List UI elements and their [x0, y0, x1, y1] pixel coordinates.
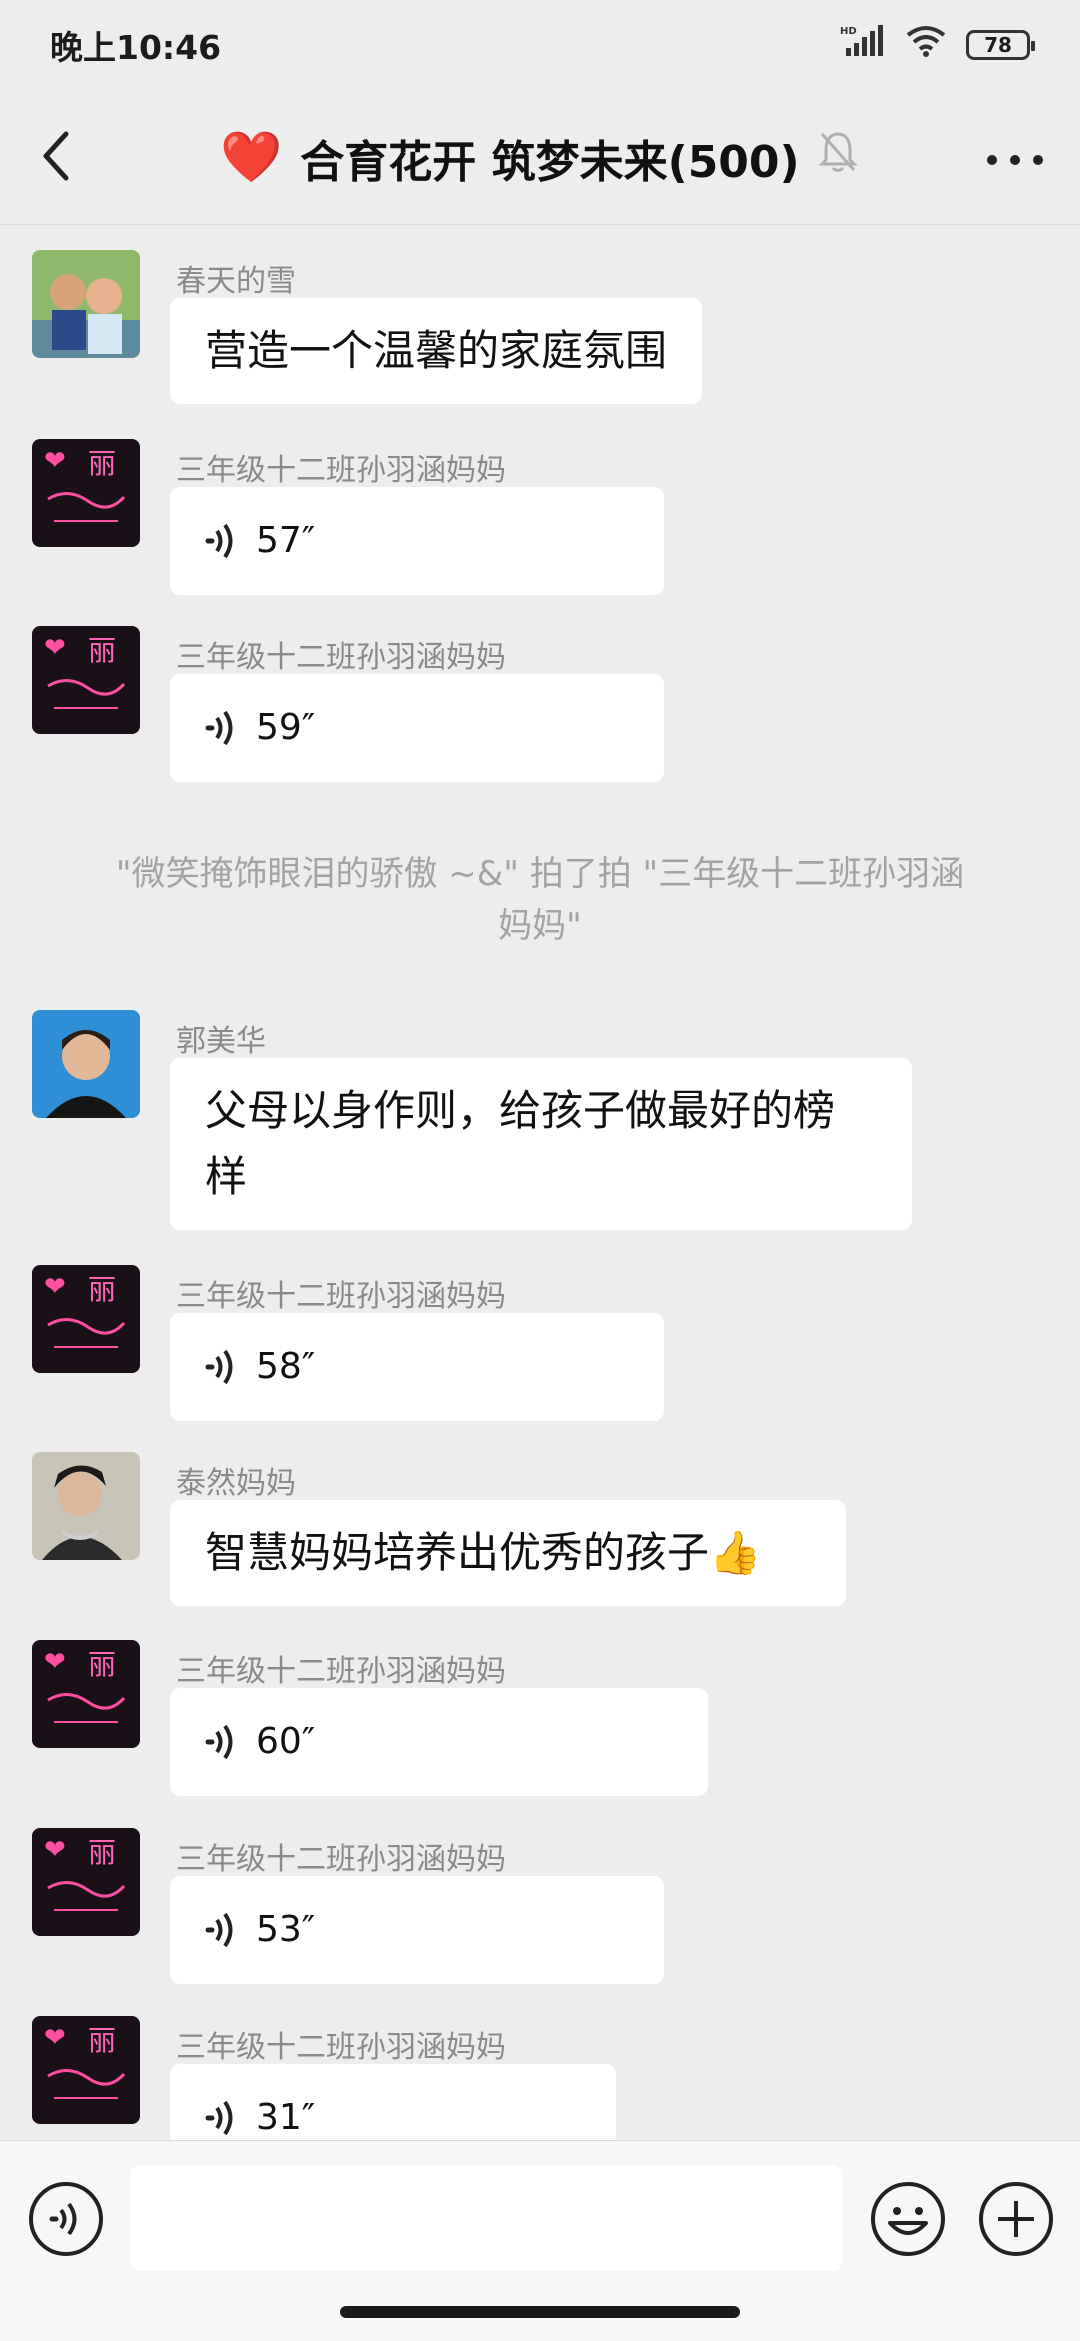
svg-text:HD: HD	[840, 26, 857, 37]
more-options-button[interactable]	[980, 140, 1050, 180]
wifi-icon	[906, 25, 946, 65]
chevron-left-icon	[43, 131, 69, 181]
svg-text:丽: 丽	[88, 634, 116, 667]
svg-text:❤: ❤	[44, 1835, 66, 1865]
signal-icon: HD	[840, 24, 886, 66]
more-icon	[987, 155, 1043, 165]
voice-wave-icon	[205, 1912, 233, 1948]
voice-wave-icon	[205, 2100, 233, 2136]
svg-text:❤: ❤	[44, 2023, 66, 2053]
svg-text:丽: 丽	[88, 1273, 116, 1306]
status-time: 晚上10:46	[50, 28, 222, 67]
svg-text:❤: ❤	[44, 633, 66, 663]
home-indicator[interactable]	[340, 2306, 740, 2318]
message-bubble[interactable]: 父母以身作则，给孩子做最好的榜 样	[170, 1058, 912, 1230]
svg-text:丽: 丽	[88, 447, 116, 480]
sender-name: 郭美华	[176, 1024, 266, 1059]
message-bubble[interactable]: 营造一个温馨的家庭氛围	[170, 298, 703, 404]
emoji-button[interactable]	[870, 2181, 946, 2257]
message-text: 营造一个温馨的家庭氛围	[205, 326, 668, 375]
avatar[interactable]: ❤ 丽	[32, 626, 140, 734]
voice-message[interactable]: 57″	[170, 487, 664, 595]
message-item: 郭美华 父母以身作则，给孩子做最好的榜 样	[0, 1010, 1080, 1250]
smile-icon	[871, 2182, 945, 2256]
sender-name: 泰然妈妈	[176, 1466, 296, 1501]
message-item: ❤ 丽 三年级十二班孙羽涵妈妈 57″	[0, 439, 1080, 599]
sender-name: 三年级十二班孙羽涵妈妈	[176, 640, 506, 675]
svg-text:丽: 丽	[88, 2024, 116, 2057]
message-input[interactable]	[130, 2165, 842, 2271]
voice-wave-icon	[205, 710, 233, 746]
voice-duration: 57″	[256, 520, 316, 561]
voice-duration: 53″	[256, 1909, 316, 1950]
battery-icon: 78	[966, 30, 1035, 60]
sender-name: 春天的雪	[176, 264, 296, 299]
svg-text:❤: ❤	[44, 1272, 66, 1302]
voice-duration: 31″	[256, 2097, 316, 2138]
voice-message[interactable]: 31″	[170, 2064, 616, 2140]
chat-header: ❤️ 合育花开 筑梦未来(500)	[0, 90, 1080, 225]
add-button[interactable]	[978, 2181, 1054, 2257]
message-item: ❤ 丽 三年级十二班孙羽涵妈妈 59″	[0, 626, 1080, 786]
message-list[interactable]: 春天的雪 营造一个温馨的家庭氛围 ❤ 丽 三年级十二班孙羽涵妈妈 57″ ❤ 丽…	[0, 226, 1080, 2140]
voice-duration: 59″	[256, 707, 316, 748]
status-icons: HD 78	[840, 24, 1035, 66]
message-item: ❤ 丽 三年级十二班孙羽涵妈妈 53″	[0, 1828, 1080, 1988]
sender-name: 三年级十二班孙羽涵妈妈	[176, 1279, 506, 1314]
sender-name: 三年级十二班孙羽涵妈妈	[176, 1842, 506, 1877]
system-note-line: 妈妈"	[498, 906, 582, 946]
avatar[interactable]: ❤ 丽	[32, 2016, 140, 2124]
status-bar: 晚上10:46 HD 78	[0, 0, 1080, 90]
back-button[interactable]	[30, 126, 90, 186]
message-item: ❤ 丽 三年级十二班孙羽涵妈妈 60″	[0, 1640, 1080, 1800]
avatar[interactable]: ❤ 丽	[32, 1640, 140, 1748]
message-item: ❤ 丽 三年级十二班孙羽涵妈妈 58″	[0, 1265, 1080, 1425]
mute-bell-icon	[818, 130, 858, 185]
svg-text:❤: ❤	[44, 1647, 66, 1677]
avatar[interactable]: ❤ 丽	[32, 1265, 140, 1373]
voice-duration: 60″	[256, 1721, 316, 1762]
message-item: 泰然妈妈 智慧妈妈培养出优秀的孩子👍	[0, 1452, 1080, 1612]
message-item: 春天的雪 营造一个温馨的家庭氛围	[0, 250, 1080, 410]
voice-wave-icon	[205, 1724, 233, 1760]
voice-message[interactable]: 53″	[170, 1876, 664, 1984]
message-bubble[interactable]: 智慧妈妈培养出优秀的孩子👍	[170, 1500, 846, 1606]
group-name: 合育花开 筑梦未来(500)	[300, 136, 800, 188]
sender-name: 三年级十二班孙羽涵妈妈	[176, 453, 506, 488]
system-note-line: "微笑掩饰眼泪的骄傲 ~&" 拍了拍 "三年级十二班孙羽涵	[115, 854, 965, 894]
system-note: "微笑掩饰眼泪的骄傲 ~&" 拍了拍 "三年级十二班孙羽涵 妈妈"	[60, 848, 1020, 952]
avatar[interactable]	[32, 1452, 140, 1560]
avatar[interactable]: ❤ 丽	[32, 1828, 140, 1936]
sender-name: 三年级十二班孙羽涵妈妈	[176, 1654, 506, 1689]
svg-text:❤: ❤	[44, 446, 66, 476]
voice-message[interactable]: 58″	[170, 1313, 664, 1421]
voice-duration: 58″	[256, 1346, 316, 1387]
svg-text:丽: 丽	[88, 1836, 116, 1869]
voice-message[interactable]: 59″	[170, 674, 664, 782]
voice-wave-icon	[205, 1349, 233, 1385]
avatar[interactable]: ❤ 丽	[32, 439, 140, 547]
sender-name: 三年级十二班孙羽涵妈妈	[176, 2030, 506, 2065]
heart-emoji: ❤️	[220, 128, 283, 186]
voice-input-icon	[29, 2182, 103, 2256]
voice-message[interactable]: 60″	[170, 1688, 708, 1796]
svg-text:丽: 丽	[88, 1648, 116, 1681]
message-text-line: 样	[205, 1152, 248, 1201]
avatar[interactable]	[32, 1010, 140, 1118]
message-text: 智慧妈妈培养出优秀的孩子👍	[205, 1528, 762, 1577]
avatar[interactable]	[32, 250, 140, 358]
battery-level: 78	[984, 33, 1012, 57]
message-text-line: 父母以身作则，给孩子做最好的榜	[205, 1086, 836, 1135]
plus-icon	[979, 2182, 1053, 2256]
message-item: ❤ 丽 三年级十二班孙羽涵妈妈 31″	[0, 2016, 1080, 2140]
voice-wave-icon	[205, 523, 233, 559]
voice-input-button[interactable]	[28, 2181, 104, 2257]
chat-title: ❤️ 合育花开 筑梦未来(500)	[220, 90, 900, 225]
